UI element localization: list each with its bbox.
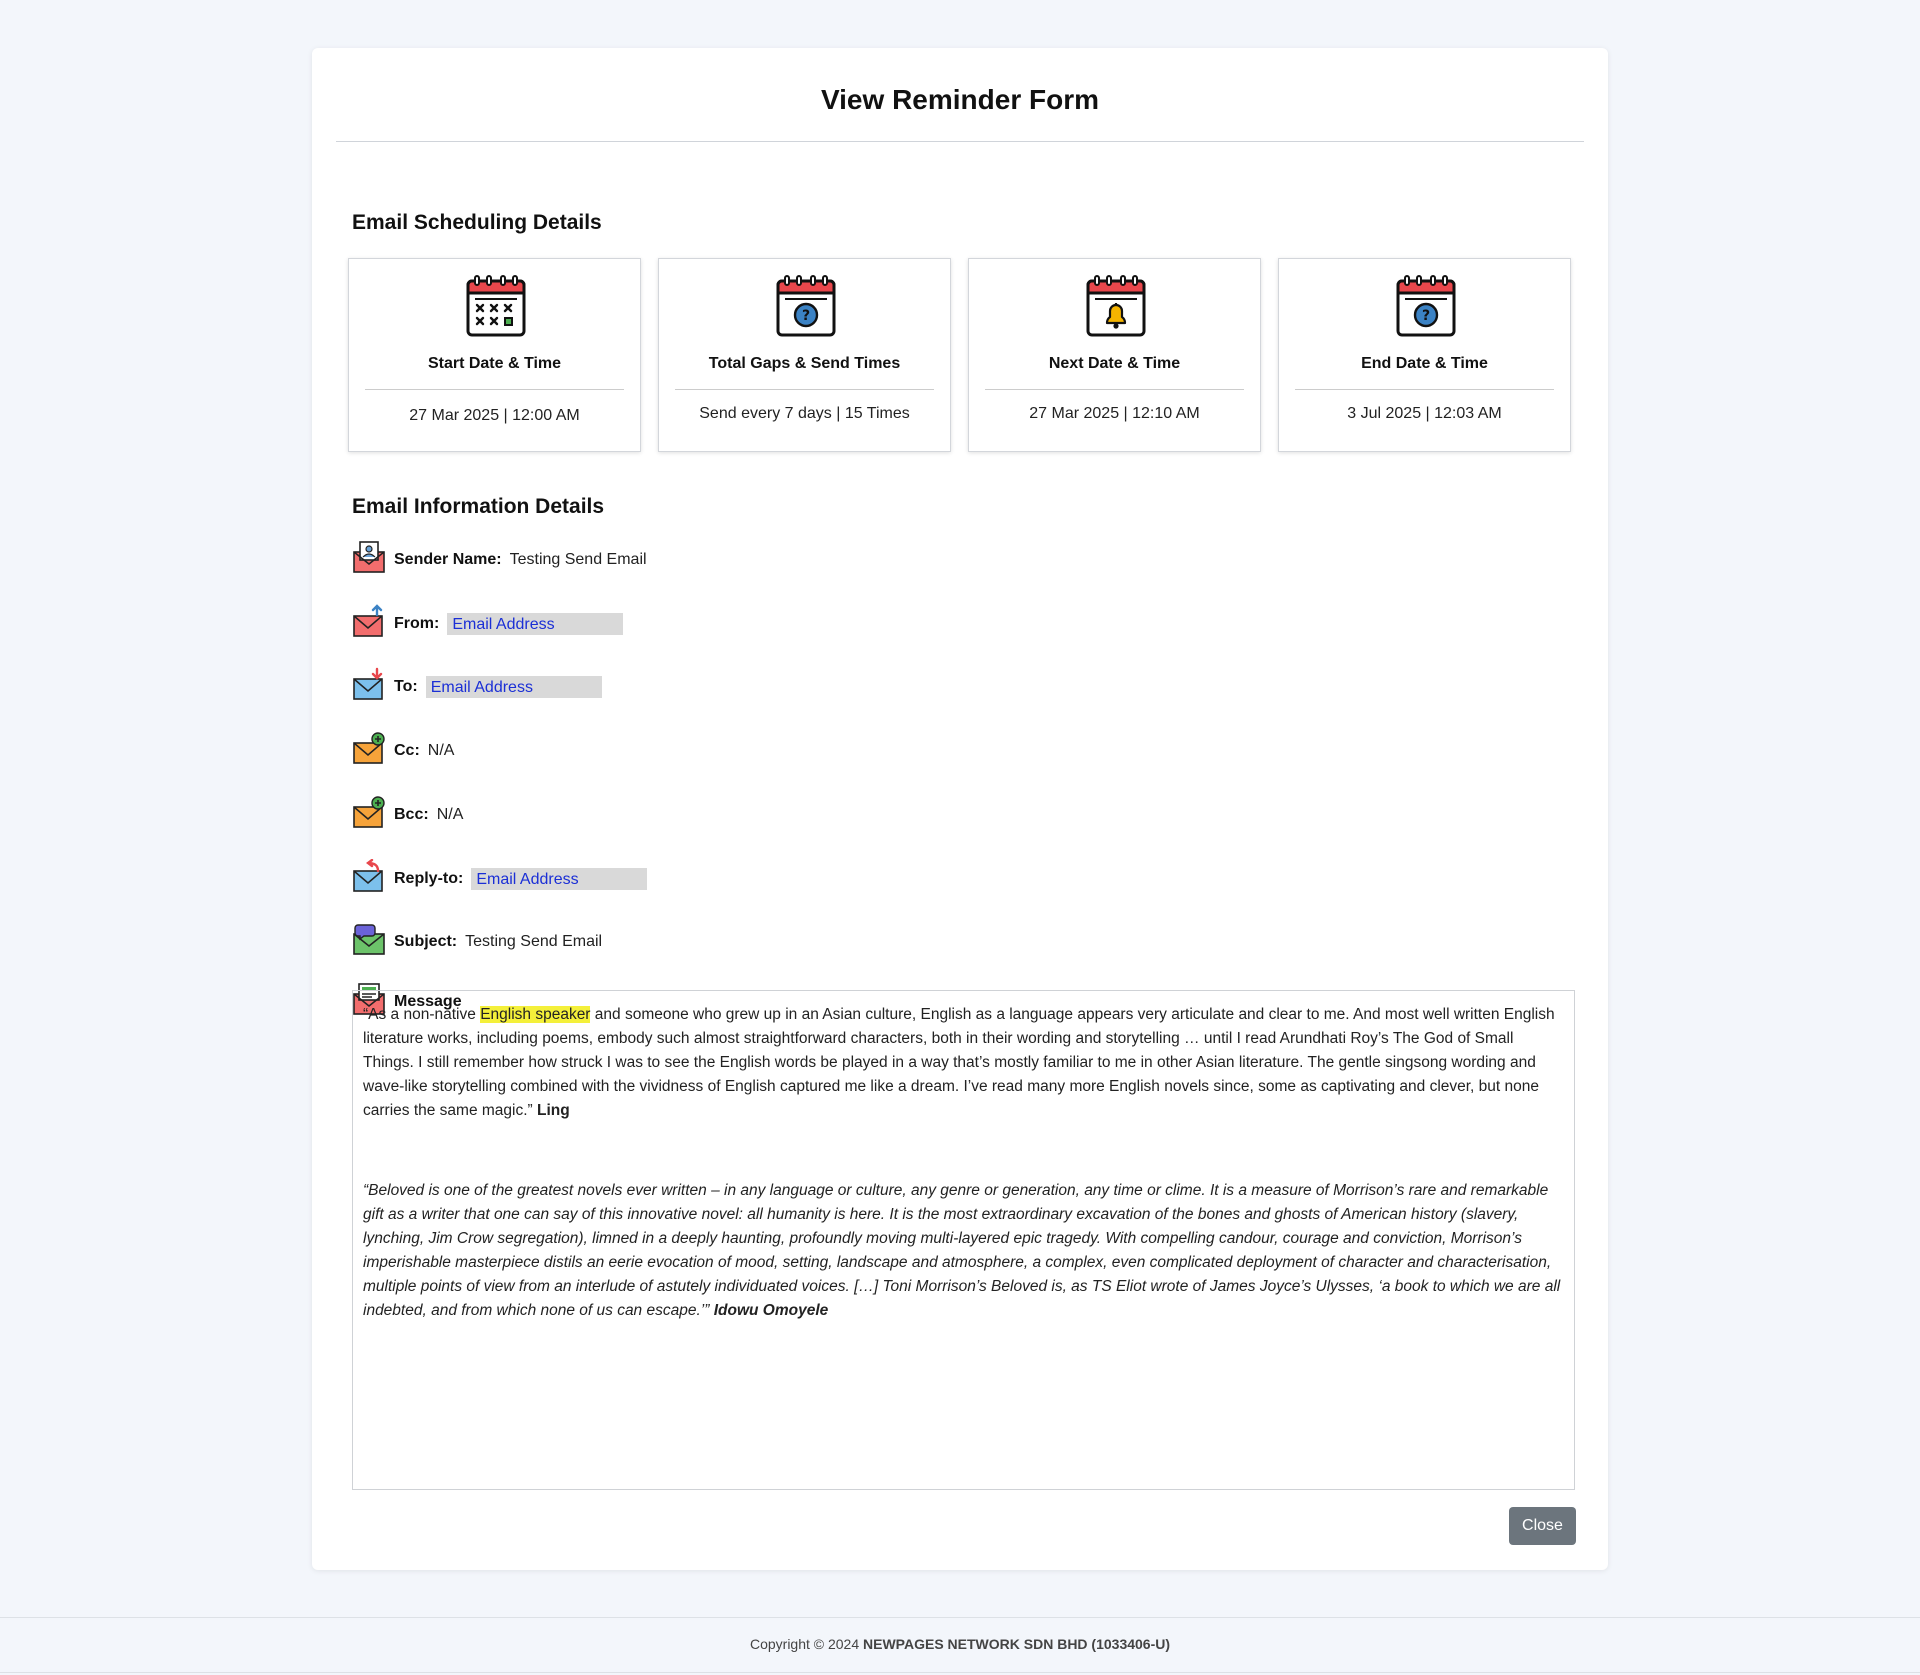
- gaps-send-times-label: Total Gaps & Send Times: [708, 355, 901, 372]
- from-row: From: Email Address: [352, 604, 624, 642]
- end-date-value: 3 Jul 2025 | 12:03 AM: [1347, 405, 1502, 422]
- cc-row: Cc: N/A: [352, 732, 455, 769]
- info-heading: Email Information Details: [352, 495, 605, 518]
- gaps-send-times-value: Send every 7 days | 15 Times: [699, 405, 910, 422]
- calendar-question-icon: ?: [776, 274, 836, 337]
- divider: [1295, 389, 1554, 390]
- reply-to-label: Reply-to:: [394, 870, 464, 887]
- copyright-text: Copyright © 2024: [749, 1636, 864, 1652]
- reply-to-email-address[interactable]: Email Address: [471, 868, 648, 890]
- bcc-label: Bcc:: [394, 806, 429, 823]
- divider: [985, 389, 1244, 390]
- subject-row: Subject: Testing Send Email: [352, 924, 602, 960]
- cc-label: Cc:: [394, 742, 420, 759]
- from-email-address[interactable]: Email Address: [447, 613, 624, 635]
- company-name: NEWPAGES NETWORK SDN BHD (1033406-U): [863, 1636, 1171, 1652]
- message-p2-text: “Beloved is one of the greatest novels e…: [363, 1182, 1561, 1319]
- sender-name-row: Sender Name: Testing Send Email: [352, 541, 647, 578]
- scheduling-cards: Start Date & Time 27 Mar 2025 | 12:00 AM…: [348, 258, 1573, 453]
- next-date-value: 27 Mar 2025 | 12:10 AM: [1029, 405, 1200, 422]
- start-date-card: Start Date & Time 27 Mar 2025 | 12:00 AM: [348, 258, 641, 452]
- page-footer: Copyright © 2024 NEWPAGES NETWORK SDN BH…: [0, 1617, 1920, 1673]
- subject-value: Testing Send Email: [465, 933, 603, 950]
- sender-name-label: Sender Name:: [394, 551, 502, 568]
- sender-name-value: Testing Send Email: [509, 551, 647, 568]
- svg-text:?: ?: [802, 308, 810, 324]
- add-mail-icon: [353, 732, 385, 764]
- message-paragraph-1: “As a non-native English speaker and som…: [363, 1003, 1564, 1123]
- message-paragraph-2: “Beloved is one of the greatest novels e…: [363, 1179, 1564, 1323]
- reply-mail-icon: [353, 859, 383, 892]
- cc-value: N/A: [427, 742, 455, 759]
- reply-to-row: Reply-to: Email Address: [352, 859, 648, 897]
- calendar-schedule-icon: [466, 274, 526, 337]
- incoming-mail-icon: [353, 667, 383, 700]
- quote-author: Idowu Omoyele: [713, 1302, 829, 1319]
- divider: [675, 389, 934, 390]
- calendar-bell-icon: [1086, 274, 1146, 337]
- add-mail-icon: [353, 796, 385, 828]
- close-button[interactable]: Close: [1509, 1507, 1576, 1545]
- highlighted-text: English speaker: [480, 1006, 591, 1023]
- next-date-label: Next Date & Time: [1048, 355, 1181, 372]
- bcc-value: N/A: [436, 806, 464, 823]
- to-email-address[interactable]: Email Address: [425, 676, 602, 698]
- to-label: To:: [394, 678, 418, 695]
- from-label: From:: [394, 615, 440, 632]
- divider: [365, 389, 624, 390]
- message-body[interactable]: “As a non-native English speaker and som…: [352, 990, 1575, 1490]
- to-row: To: Email Address: [352, 667, 602, 705]
- quote-author: Ling: [537, 1102, 570, 1119]
- end-date-label: End Date & Time: [1361, 355, 1488, 372]
- outgoing-mail-icon: [353, 604, 383, 637]
- next-date-card: Next Date & Time 27 Mar 2025 | 12:10 AM: [968, 258, 1261, 452]
- svg-text:?: ?: [1422, 308, 1430, 324]
- bcc-row: Bcc: N/A: [352, 796, 464, 833]
- modal-title: View Reminder Form: [336, 68, 1584, 142]
- message-p1-start: “As a non-native: [363, 1006, 481, 1023]
- start-date-label: Start Date & Time: [427, 355, 562, 372]
- scheduling-heading: Email Scheduling Details: [352, 211, 602, 234]
- calendar-question-icon: ?: [1396, 274, 1456, 337]
- start-date-value: 27 Mar 2025 | 12:00 AM: [409, 407, 580, 424]
- subject-mail-icon: [353, 924, 385, 955]
- end-date-card: ? End Date & Time 3 Jul 2025 | 12:03 AM: [1278, 258, 1571, 452]
- gaps-send-times-card: ? Total Gaps & Send Times Send every 7 d…: [658, 258, 951, 452]
- sender-envelope-icon: [353, 541, 385, 573]
- subject-label: Subject:: [394, 933, 458, 950]
